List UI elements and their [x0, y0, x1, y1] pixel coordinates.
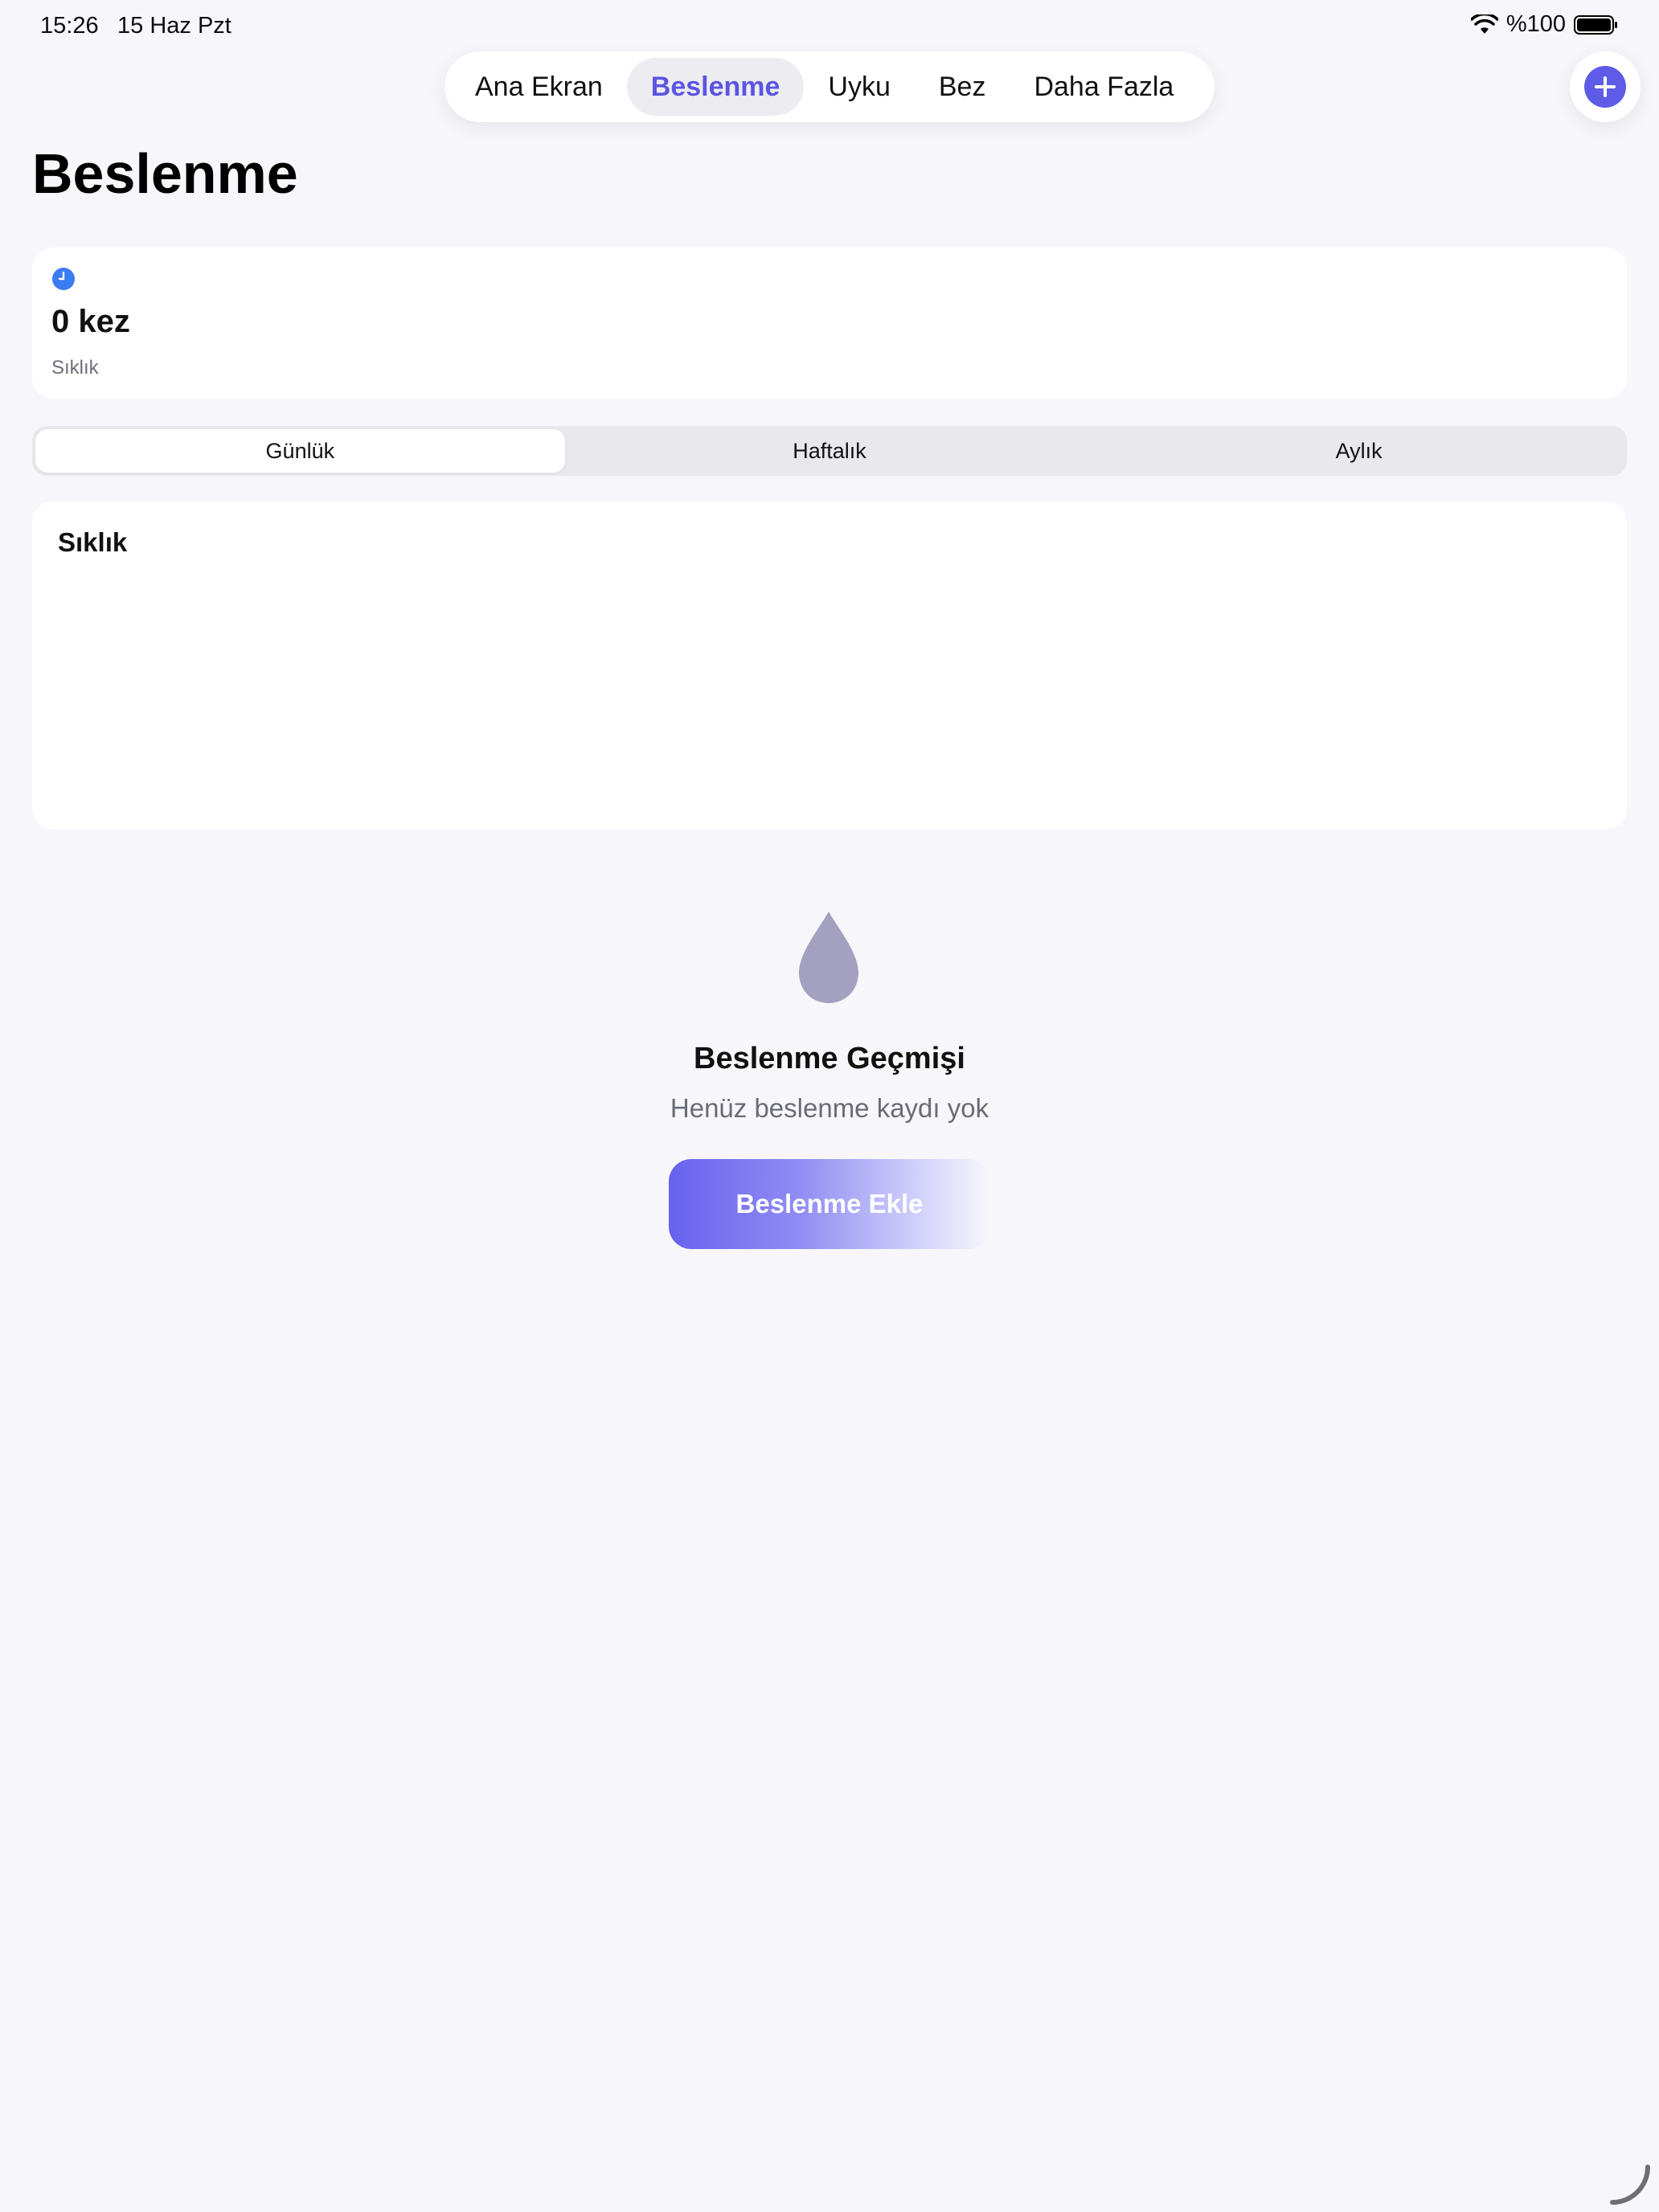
page-title: Beslenme	[32, 142, 298, 205]
stat-label: Sıklık	[51, 357, 99, 379]
segment-weekly[interactable]: Haftalık	[565, 429, 1095, 473]
page-root: 15:26 15 Haz Pzt %100 Ana Ekran Beslenme…	[0, 0, 1659, 2212]
drop-icon	[799, 911, 858, 1003]
period-selector: Günlük Haftalık Aylık	[32, 426, 1627, 476]
empty-state-title: Beslenme Geçmişi	[694, 1042, 965, 1075]
tab-ana-ekran[interactable]: Ana Ekran	[451, 58, 627, 116]
status-date: 15 Haz Pzt	[117, 13, 231, 39]
battery-percent: %100	[1505, 11, 1566, 37]
plus-icon	[1595, 76, 1616, 97]
stat-card: 0 kez Sıklık	[32, 248, 1627, 399]
stat-value: 0 kez	[51, 304, 130, 339]
tab-uyku[interactable]: Uyku	[804, 58, 914, 116]
status-time: 15:26	[40, 13, 99, 39]
add-button[interactable]	[1570, 51, 1641, 122]
tab-daha-fazla[interactable]: Daha Fazla	[1010, 58, 1198, 116]
add-feeding-button[interactable]: Beslenme Ekle	[669, 1159, 990, 1249]
battery-icon	[1574, 14, 1617, 35]
plus-circle	[1584, 66, 1626, 108]
segment-monthly[interactable]: Aylık	[1094, 429, 1624, 473]
frequency-chart-card: Sıklık	[32, 502, 1627, 830]
tab-beslenme[interactable]: Beslenme	[626, 58, 805, 116]
status-right: %100	[1470, 11, 1619, 38]
tab-bar: Ana Ekran Beslenme Uyku Bez Daha Fazla	[444, 51, 1215, 122]
chart-title: Sıklık	[58, 527, 128, 557]
segment-daily[interactable]: Günlük	[35, 429, 565, 473]
wifi-icon	[1470, 14, 1498, 34]
resize-handle-icon[interactable]	[1608, 2162, 1653, 2207]
empty-state-subtitle: Henüz beslenme kaydı yok	[670, 1093, 989, 1123]
tab-bez[interactable]: Bez	[915, 58, 1010, 116]
clock-icon	[52, 268, 75, 290]
